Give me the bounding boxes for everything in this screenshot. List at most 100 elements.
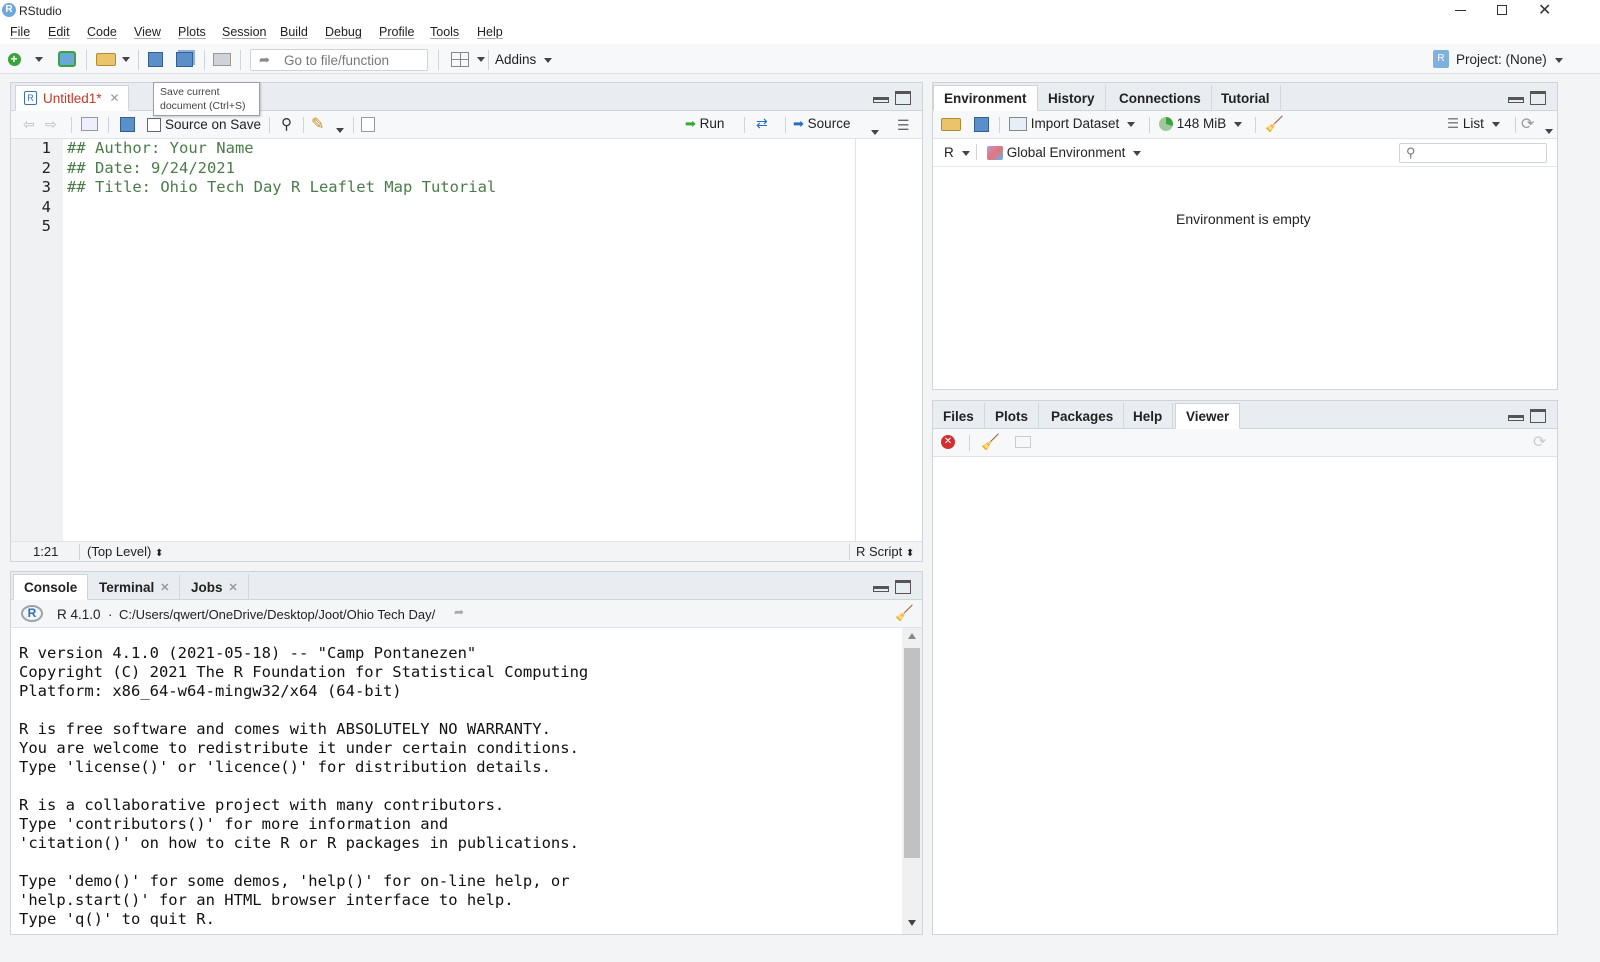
- menu-debug[interactable]: Debug: [325, 25, 362, 39]
- new-file-icon[interactable]: +: [6, 49, 22, 69]
- print-icon[interactable]: [212, 49, 232, 69]
- clear-viewer-broom-icon[interactable]: 🧹: [981, 433, 1000, 451]
- tab-help[interactable]: Help: [1123, 403, 1174, 429]
- close-terminal-icon[interactable]: ✕: [160, 581, 169, 594]
- show-in-new-window-icon[interactable]: [1015, 436, 1031, 448]
- code-editor[interactable]: ## Author: Your Name ## Date: 9/24/2021 …: [63, 139, 855, 541]
- view-mode-button[interactable]: ☰ List: [1447, 116, 1500, 132]
- close-window-icon[interactable]: ✕: [1538, 0, 1551, 20]
- tab-environment[interactable]: Environment: [933, 85, 1038, 111]
- menu-file[interactable]: File: [10, 25, 30, 39]
- editor-save-icon[interactable]: [120, 117, 135, 132]
- menu-profile[interactable]: Profile: [379, 25, 414, 39]
- new-file-dropdown-icon[interactable]: [34, 49, 44, 69]
- source-button[interactable]: ➡ Source: [793, 116, 850, 132]
- minimize-env-icon[interactable]: [1508, 97, 1524, 103]
- memory-usage-button[interactable]: 148 MiB: [1159, 116, 1243, 132]
- find-icon[interactable]: ⚲: [281, 115, 292, 133]
- tab-packages-label: Packages: [1051, 408, 1114, 424]
- menu-view[interactable]: View: [134, 25, 161, 39]
- tab-files[interactable]: Files: [933, 403, 985, 429]
- filetype-selector[interactable]: R Script ⬍: [856, 544, 914, 559]
- r-script-icon: R: [24, 91, 37, 105]
- tab-untitled1[interactable]: R Untitled1* ✕: [15, 85, 129, 111]
- code-tools-wand-icon[interactable]: ✎: [311, 114, 324, 134]
- tab-plots[interactable]: Plots: [985, 403, 1040, 429]
- scroll-down-icon[interactable]: [908, 920, 916, 926]
- run-button[interactable]: ➡ Run: [685, 116, 724, 132]
- forward-icon[interactable]: ⇨: [45, 116, 57, 133]
- maximize-pane-icon[interactable]: [895, 91, 911, 105]
- source-icon: ➡: [793, 116, 804, 131]
- save-all-icon[interactable]: [174, 49, 194, 69]
- console-scrollbar[interactable]: [902, 628, 922, 934]
- scroll-up-icon[interactable]: [908, 633, 916, 639]
- tab-history[interactable]: History: [1038, 85, 1106, 111]
- refresh-dropdown-icon[interactable]: [1545, 123, 1553, 138]
- save-workspace-icon[interactable]: [974, 117, 989, 132]
- tab-tutorial[interactable]: Tutorial: [1211, 85, 1281, 111]
- show-in-window-icon[interactable]: [81, 117, 98, 131]
- open-file-dropdown-icon[interactable]: [121, 49, 131, 69]
- tab-viewer[interactable]: Viewer: [1175, 403, 1241, 429]
- maximize-files-icon[interactable]: [1530, 409, 1546, 423]
- minimize-console-icon[interactable]: [873, 586, 889, 592]
- clear-workspace-broom-icon[interactable]: 🧹: [1265, 115, 1284, 133]
- minimize-pane-icon[interactable]: [873, 97, 889, 103]
- load-workspace-icon[interactable]: [941, 118, 961, 131]
- tab-terminal[interactable]: Terminal ✕: [89, 574, 181, 600]
- addins-button[interactable]: Addins: [495, 52, 553, 67]
- console-line: R is a collaborative project with many c…: [19, 796, 505, 814]
- menu-code[interactable]: Code: [87, 25, 117, 39]
- open-file-icon[interactable]: [95, 49, 117, 69]
- console-line: Copyright (C) 2021 The R Foundation for …: [19, 663, 589, 681]
- tab-packages[interactable]: Packages: [1041, 403, 1125, 429]
- memory-pie-icon: [1159, 117, 1173, 132]
- working-directory[interactable]: C:/Users/qwert/OneDrive/Desktop/Joot/Ohi…: [119, 607, 435, 622]
- back-icon[interactable]: ⇦: [23, 116, 35, 133]
- pane-layout-icon[interactable]: [450, 49, 470, 69]
- goto-directory-icon[interactable]: ➦: [454, 605, 464, 619]
- env-search-input[interactable]: ⚲: [1399, 143, 1547, 163]
- new-project-icon[interactable]: [56, 49, 78, 69]
- tab-untitled1-label: Untitled1*: [43, 90, 102, 106]
- close-jobs-icon[interactable]: ✕: [229, 581, 238, 594]
- restore-icon[interactable]: [1497, 5, 1507, 15]
- project-menu[interactable]: Project: (None): [1456, 52, 1563, 67]
- close-tab-icon[interactable]: ✕: [110, 91, 120, 105]
- tab-connections[interactable]: Connections: [1109, 85, 1212, 111]
- maximize-console-icon[interactable]: [895, 580, 911, 594]
- language-selector[interactable]: R: [944, 145, 970, 160]
- menu-build[interactable]: Build: [280, 25, 308, 39]
- import-dataset-button[interactable]: Import Dataset: [1009, 116, 1136, 132]
- compile-report-icon[interactable]: [361, 117, 375, 132]
- menu-session[interactable]: Session: [222, 25, 266, 39]
- stop-viewer-icon[interactable]: ✕: [941, 435, 955, 449]
- tab-console[interactable]: Console: [13, 574, 89, 600]
- source-on-save-checkbox[interactable]: [147, 118, 161, 132]
- code-tools-dropdown-icon[interactable]: [336, 122, 344, 137]
- source-dropdown-icon[interactable]: [871, 124, 879, 139]
- document-outline-icon[interactable]: ☰: [897, 117, 910, 134]
- menu-plots[interactable]: Plots: [178, 25, 206, 39]
- global-env-selector[interactable]: Global Environment: [987, 145, 1142, 161]
- menu-help[interactable]: Help: [477, 25, 503, 39]
- console-output[interactable]: R version 4.1.0 (2021-05-18) -- "Camp Po…: [11, 628, 902, 934]
- rerun-icon[interactable]: ⇄: [756, 115, 768, 132]
- menu-edit[interactable]: Edit: [48, 25, 70, 39]
- menu-tools[interactable]: Tools: [430, 25, 459, 39]
- source-label: Source: [807, 116, 851, 131]
- tab-jobs[interactable]: Jobs ✕: [181, 574, 249, 600]
- refresh-viewer-icon[interactable]: ⟳: [1533, 432, 1546, 452]
- maximize-env-icon[interactable]: [1530, 91, 1546, 105]
- minimize-icon[interactable]: [1455, 10, 1466, 11]
- pane-layout-dropdown-icon[interactable]: [476, 49, 486, 69]
- scrollbar-thumb[interactable]: [904, 648, 920, 858]
- goto-file-input[interactable]: ➦ Go to file/function: [250, 49, 428, 71]
- refresh-env-icon[interactable]: ⟳: [1521, 114, 1534, 134]
- scope-selector[interactable]: (Top Level) ⬍: [87, 544, 163, 559]
- minimize-files-icon[interactable]: [1508, 415, 1524, 421]
- goto-placeholder: Go to file/function: [284, 53, 390, 68]
- save-icon[interactable]: [146, 49, 164, 69]
- clear-console-icon[interactable]: 🧹: [895, 604, 914, 622]
